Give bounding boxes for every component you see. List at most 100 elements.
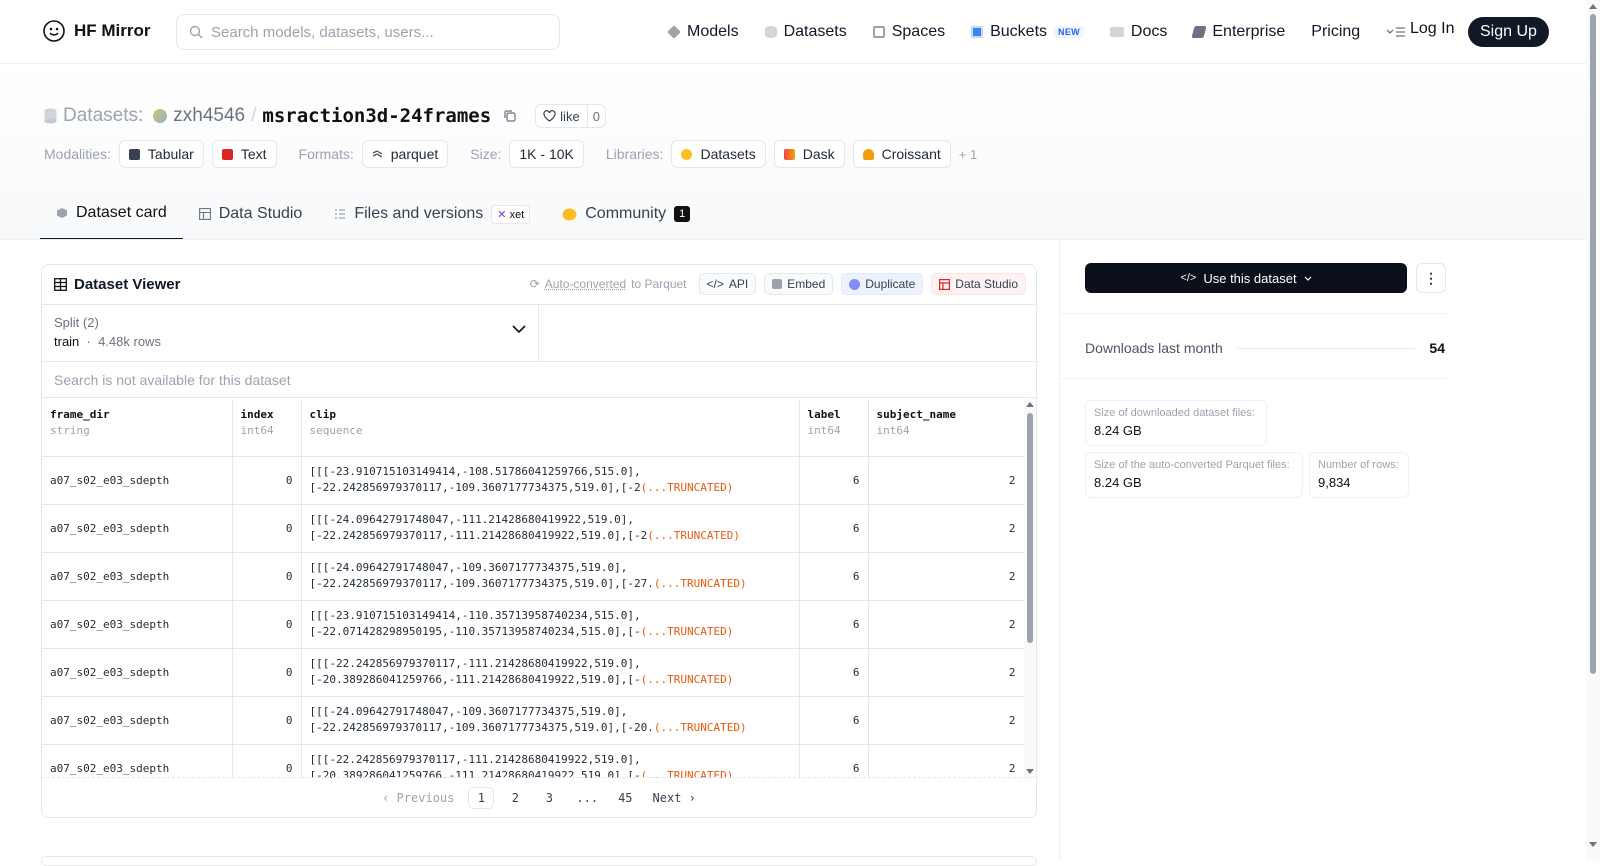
more-options-button[interactable]: ⋮ [1416, 263, 1446, 293]
tab-files[interactable]: Files and versions ✕ xet [318, 188, 546, 240]
tag-lib-croissant[interactable]: Croissant [852, 140, 951, 168]
table-row[interactable]: a07_s02_e03_sdepth 0 [[[-24.09642791748047… [42, 552, 1025, 601]
cell-label[interactable]: 6 [799, 504, 869, 553]
tag-text[interactable]: Text [211, 140, 277, 168]
cell-frame-dir[interactable]: a07_s02_e03_sdepth [42, 504, 233, 553]
search-input[interactable] [211, 23, 531, 41]
use-dataset-button[interactable]: </> Use this dataset [1085, 263, 1407, 293]
table-row[interactable]: a07_s02_e03_sdepth 0 [[[-23.91071510314941… [42, 456, 1025, 505]
login-link[interactable]: Log In [1410, 20, 1454, 38]
page-45-button[interactable]: 45 [612, 787, 638, 809]
column-header[interactable]: subject_name int64 [868, 399, 1025, 457]
cell-index[interactable]: 0 [232, 504, 302, 553]
cell-clip[interactable]: [[[-23.910715103149414,-110.357139587402… [301, 600, 800, 649]
cell-frame-dir[interactable]: a07_s02_e03_sdepth [42, 744, 233, 778]
table-row[interactable]: a07_s02_e03_sdepth 0 [[[-24.09642791748047… [42, 504, 1025, 553]
cell-label[interactable]: 6 [799, 456, 869, 505]
nav-datasets[interactable]: Datasets [764, 23, 847, 41]
owner-link[interactable]: zxh4546 [173, 105, 245, 127]
tag-parquet[interactable]: parquet [361, 140, 449, 168]
cell-label[interactable]: 6 [799, 696, 869, 745]
table-row[interactable]: a07_s02_e03_sdepth 0 [[[-22.24285697937011… [42, 648, 1025, 697]
scroll-thumb[interactable] [1027, 413, 1033, 643]
tag-lib-datasets[interactable]: Datasets [671, 140, 766, 168]
cell-frame-dir[interactable]: a07_s02_e03_sdepth [42, 552, 233, 601]
cell-subject-name[interactable]: 2 [868, 696, 1025, 745]
page-2-button[interactable]: 2 [502, 787, 528, 809]
signup-button[interactable]: Sign Up [1468, 17, 1549, 47]
nav-docs[interactable]: Docs [1109, 23, 1167, 41]
column-header[interactable]: index int64 [232, 399, 302, 457]
cell-clip[interactable]: [[[-22.242856979370117,-111.214286804199… [301, 648, 800, 697]
cell-subject-name[interactable]: 2 [868, 600, 1025, 649]
cell-clip[interactable]: [[[-24.09642791748047,-111.2142868041992… [301, 504, 800, 553]
column-header[interactable]: frame_dir string [42, 399, 233, 457]
global-search[interactable] [176, 14, 560, 50]
tag-tabular[interactable]: Tabular [118, 140, 204, 168]
next-page-button[interactable]: Next › [647, 787, 702, 809]
table-row[interactable]: a07_s02_e03_sdepth 0 [[[-22.24285697937011… [42, 744, 1025, 778]
page-3-button[interactable]: 3 [536, 787, 562, 809]
cell-index[interactable]: 0 [232, 552, 302, 601]
scroll-down-icon[interactable] [1026, 769, 1034, 774]
dataset-name[interactable]: msraction3d-24frames [262, 105, 491, 127]
nav-buckets[interactable]: Buckets NEW [971, 23, 1084, 41]
table-row[interactable]: a07_s02_e03_sdepth 0 [[[-23.91071510314941… [42, 600, 1025, 649]
nav-models[interactable]: Models [667, 23, 739, 41]
cell-clip[interactable]: [[[-22.242856979370117,-111.214286804199… [301, 744, 800, 778]
cell-frame-dir[interactable]: a07_s02_e03_sdepth [42, 648, 233, 697]
nav-spaces[interactable]: Spaces [872, 23, 945, 41]
table-scrollbar[interactable] [1024, 399, 1036, 778]
cell-subject-name[interactable]: 2 [868, 504, 1025, 553]
cell-label[interactable]: 6 [799, 600, 869, 649]
more-libraries[interactable]: + 1 [959, 147, 977, 162]
cell-frame-dir[interactable]: a07_s02_e03_sdepth [42, 456, 233, 505]
cell-index[interactable]: 0 [232, 696, 302, 745]
split-selector[interactable]: Split (2) train · 4.48k rows [42, 305, 539, 361]
column-header[interactable]: label int64 [799, 399, 869, 457]
like-button[interactable]: like 0 [535, 104, 606, 128]
scroll-thumb[interactable] [1590, 14, 1596, 674]
tab-dataset-card[interactable]: Dataset card [40, 188, 183, 240]
column-header[interactable]: clip sequence [301, 399, 800, 457]
cell-subject-name[interactable]: 2 [868, 744, 1025, 778]
cell-index[interactable]: 0 [232, 456, 302, 505]
cell-clip[interactable]: [[[-24.09642791748047,-109.3607177734375… [301, 696, 800, 745]
scroll-up-icon[interactable] [1026, 402, 1034, 407]
cell-label[interactable]: 6 [799, 648, 869, 697]
duplicate-button[interactable]: Duplicate [841, 273, 924, 295]
cell-index[interactable]: 0 [232, 648, 302, 697]
cell-subject-name[interactable]: 2 [868, 552, 1025, 601]
cell-frame-dir[interactable]: a07_s02_e03_sdepth [42, 600, 233, 649]
downloads-stat: Downloads last month 54 [1085, 340, 1445, 356]
cell-frame-dir[interactable]: a07_s02_e03_sdepth [42, 696, 233, 745]
copy-icon[interactable] [503, 109, 517, 123]
scroll-down-icon[interactable] [1589, 842, 1597, 847]
nav-pricing[interactable]: Pricing [1311, 23, 1360, 41]
page-scrollbar[interactable] [1586, 0, 1600, 861]
page-1-button[interactable]: 1 [468, 786, 495, 809]
brand-logo[interactable]: HF Mirror [42, 19, 151, 43]
cell-clip[interactable]: [[[-24.09642791748047,-109.3607177734375… [301, 552, 800, 601]
tab-data-studio[interactable]: Data Studio [183, 188, 319, 240]
tab-community[interactable]: Community 1 [546, 188, 706, 240]
api-button[interactable]: </> API [698, 273, 757, 295]
type-label[interactable]: Datasets: [63, 105, 143, 127]
nav-enterprise[interactable]: Enterprise [1191, 23, 1285, 41]
tag-size[interactable]: 1K - 10K [509, 140, 584, 168]
cell-subject-name[interactable]: 2 [868, 456, 1025, 505]
cell-clip[interactable]: [[[-23.910715103149414,-108.517860412597… [301, 456, 800, 505]
cell-subject-name[interactable]: 2 [868, 648, 1025, 697]
nav-more-menu[interactable] [1386, 26, 1406, 38]
embed-button[interactable]: Embed [764, 273, 834, 295]
auto-converted-link[interactable]: Auto-converted [545, 277, 626, 291]
scroll-up-icon[interactable] [1589, 4, 1597, 9]
tag-lib-dask[interactable]: Dask [773, 140, 845, 168]
cell-index[interactable]: 0 [232, 600, 302, 649]
table-row[interactable]: a07_s02_e03_sdepth 0 [[[-24.09642791748047… [42, 696, 1025, 745]
data-studio-button[interactable]: Data Studio [931, 273, 1026, 295]
cell-label[interactable]: 6 [799, 552, 869, 601]
prev-page-button[interactable]: ‹ Previous [376, 787, 460, 809]
cell-index[interactable]: 0 [232, 744, 302, 778]
cell-label[interactable]: 6 [799, 744, 869, 778]
